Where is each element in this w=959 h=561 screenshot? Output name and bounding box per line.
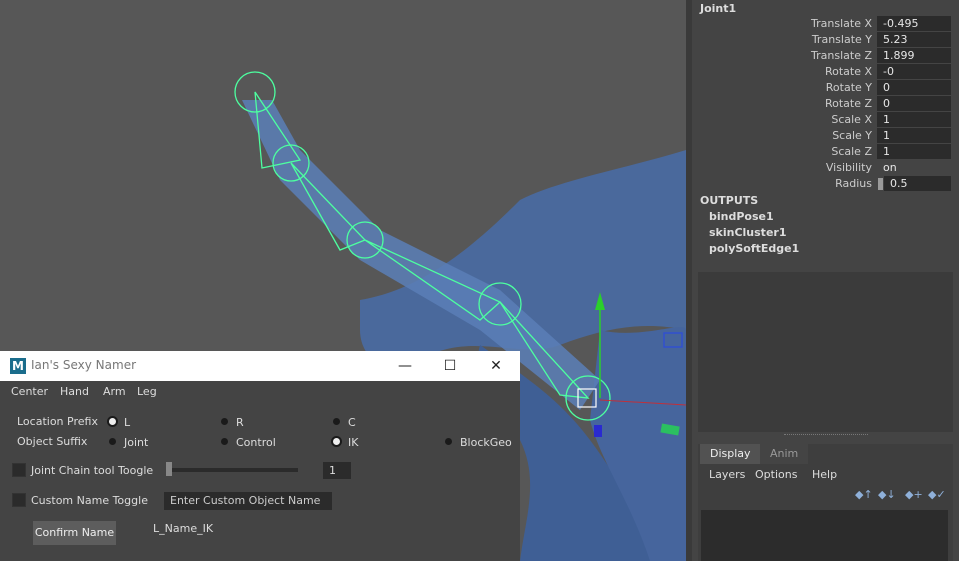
attr-row-rotate-x: Rotate X -0 [692, 64, 959, 80]
close-button[interactable]: ✕ [485, 356, 507, 376]
window-title: Ian's Sexy Namer [31, 358, 137, 372]
output-node[interactable]: skinCluster1 [709, 226, 786, 239]
attr-field[interactable]: 0.5 [884, 176, 951, 191]
attr-row-rotate-y: Rotate Y 0 [692, 80, 959, 96]
attr-field[interactable]: 1.899 [877, 48, 951, 63]
joint-chain-slider-handle[interactable] [166, 462, 172, 476]
radio-label: BlockGeo [460, 436, 512, 449]
attr-field[interactable]: 5.23 [877, 32, 951, 47]
attr-row-scale-z: Scale Z 1 [692, 144, 959, 160]
attr-field[interactable]: 1 [877, 144, 951, 159]
channel-box: Joint1 Translate X -0.495 Translate Y 5.… [692, 0, 959, 561]
custom-name-input[interactable]: Enter Custom Object Name [164, 492, 332, 510]
move-layer-down-icon[interactable]: ◆↓ [878, 488, 896, 501]
attr-label: Scale Z [831, 145, 872, 158]
attr-label: Scale X [831, 113, 872, 126]
window-titlebar[interactable]: M Ian's Sexy Namer — ☐ ✕ [0, 351, 520, 381]
attr-row-scale-x: Scale X 1 [692, 112, 959, 128]
attr-label: Translate Y [811, 33, 872, 46]
outputs-header: OUTPUTS [700, 194, 759, 207]
tab-display[interactable]: Display [700, 444, 761, 464]
radio-label: IK [348, 436, 359, 449]
radio-label: Control [236, 436, 276, 449]
attr-label: Radius [835, 177, 872, 190]
attr-label: Rotate Y [825, 81, 872, 94]
new-layer-selected-icon[interactable]: ◆✓ [928, 488, 946, 501]
menu-leg[interactable]: Leg [137, 385, 157, 398]
radius-slider-handle[interactable] [878, 178, 883, 190]
menu-help[interactable]: Help [812, 468, 837, 481]
radio-location-l[interactable] [109, 418, 116, 425]
minimize-button[interactable]: — [394, 356, 416, 376]
layers-list[interactable] [701, 510, 948, 561]
output-node[interactable]: polySoftEdge1 [709, 242, 799, 255]
menu-layers[interactable]: Layers [709, 468, 745, 481]
radio-suffix-joint[interactable] [109, 438, 116, 445]
output-node[interactable]: bindPose1 [709, 210, 774, 223]
radio-location-c[interactable] [333, 418, 340, 425]
radio-label: C [348, 416, 356, 429]
attr-row-rotate-z: Rotate Z 0 [692, 96, 959, 112]
radio-suffix-control[interactable] [221, 438, 228, 445]
attr-label: Visibility [825, 161, 872, 174]
radio-label: R [236, 416, 244, 429]
attr-field[interactable]: 0 [877, 80, 951, 95]
maya-app-icon: M [10, 358, 26, 374]
new-layer-icon[interactable]: ◆+ [905, 488, 923, 501]
attr-field[interactable]: -0.495 [877, 16, 951, 31]
attribute-panel-empty-area [698, 272, 953, 432]
joint-chain-label: Joint Chain tool Toogle [31, 464, 154, 477]
joint-chain-checkbox[interactable] [12, 463, 26, 477]
attr-field[interactable]: 1 [877, 128, 951, 143]
radio-suffix-blockgeo[interactable] [445, 438, 452, 445]
joint-chain-count-field[interactable]: 1 [323, 462, 351, 479]
attr-row-scale-y: Scale Y 1 [692, 128, 959, 144]
attr-label: Scale Y [832, 129, 872, 142]
radio-label: Joint [124, 436, 149, 449]
node-title: Joint1 [700, 2, 737, 15]
attr-label: Translate X [811, 17, 872, 30]
confirm-name-button[interactable]: Confirm Name [33, 521, 116, 545]
move-layer-up-icon[interactable]: ◆↑ [855, 488, 873, 501]
attr-row-translate-y: Translate Y 5.23 [692, 32, 959, 48]
attr-value[interactable]: on [883, 161, 897, 174]
attr-row-translate-z: Translate Z 1.899 [692, 48, 959, 64]
radio-suffix-ik[interactable] [333, 438, 340, 445]
location-prefix-label: Location Prefix [17, 415, 98, 428]
attr-label: Translate Z [811, 49, 872, 62]
custom-name-label: Custom Name Toggle [31, 494, 148, 507]
attr-label: Rotate Z [824, 97, 872, 110]
custom-name-checkbox[interactable] [12, 493, 26, 507]
attr-row-visibility: Visibility on [692, 160, 959, 176]
attr-field[interactable]: -0 [877, 64, 951, 79]
radio-location-r[interactable] [221, 418, 228, 425]
layer-editor: Display Anim Layers Options Help ◆↑ ◆↓ ◆… [698, 444, 953, 561]
menu-center[interactable]: Center [11, 385, 48, 398]
radio-label: L [124, 416, 131, 429]
resize-grip[interactable] [784, 434, 868, 438]
maximize-button[interactable]: ☐ [439, 356, 461, 376]
name-preview: L_Name_IK [153, 522, 214, 535]
object-suffix-label: Object Suffix [17, 435, 88, 448]
attr-label: Rotate X [824, 65, 872, 78]
attr-row-translate-x: Translate X -0.495 [692, 16, 959, 32]
attr-field[interactable]: 0 [877, 96, 951, 111]
attr-row-radius: Radius 0.5 [692, 176, 959, 192]
attr-field[interactable]: 1 [877, 112, 951, 127]
menu-hand[interactable]: Hand [60, 385, 89, 398]
menu-arm[interactable]: Arm [103, 385, 126, 398]
namer-window: M Ian's Sexy Namer — ☐ ✕ Center Hand Arm… [0, 351, 520, 561]
tab-anim[interactable]: Anim [760, 444, 809, 464]
joint-chain-slider-track[interactable] [166, 468, 298, 472]
menu-options[interactable]: Options [755, 468, 797, 481]
